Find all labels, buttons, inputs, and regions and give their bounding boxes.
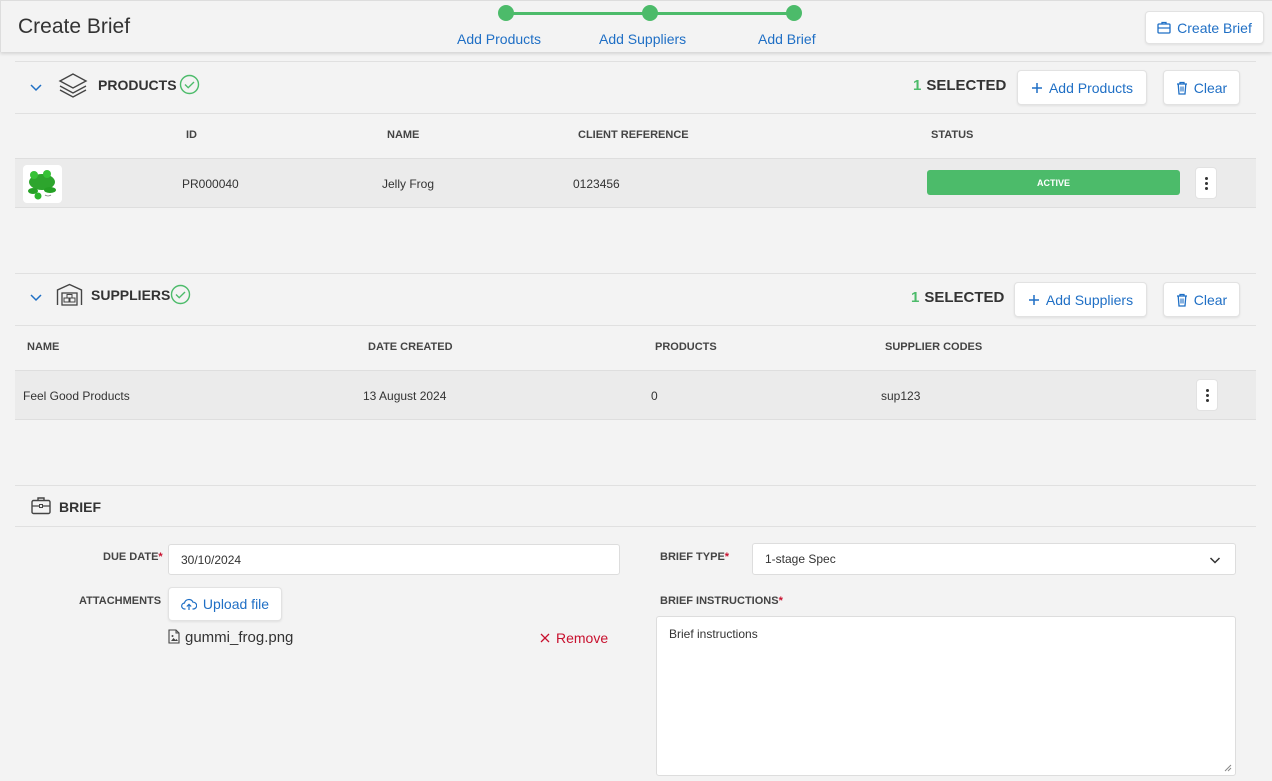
clear-products-label: Clear: [1193, 79, 1228, 96]
warehouse-icon: [56, 283, 83, 306]
supplier-products: 0: [651, 389, 658, 403]
clear-products-button[interactable]: Clear: [1163, 70, 1240, 105]
cloud-upload-icon: [181, 598, 197, 610]
attachment-filename: gummi_frog.png: [185, 629, 294, 646]
product-name: Jelly Frog: [382, 177, 435, 191]
add-suppliers-button[interactable]: Add Suppliers: [1014, 282, 1147, 317]
status-badge: ACTIVE: [927, 170, 1180, 195]
product-id: PR000040: [182, 177, 239, 191]
due-date-input[interactable]: 30/10/2024: [168, 544, 620, 575]
table-row[interactable]: Feel Good Products 13 August 2024 0 sup1…: [15, 370, 1256, 420]
col-header-id: ID: [186, 129, 197, 141]
resize-handle-icon[interactable]: [1224, 764, 1232, 772]
brief-type-label: BRIEF TYPE*: [660, 551, 730, 563]
products-selected-count: 1 SELECTED: [913, 77, 1007, 94]
upload-file-label: Upload file: [202, 596, 270, 612]
supplier-codes: sup123: [881, 389, 921, 403]
step-dot-products: [498, 5, 514, 21]
add-products-button[interactable]: Add Products: [1017, 70, 1147, 105]
due-date-label: DUE DATE*: [103, 551, 163, 563]
step-dot-brief: [786, 5, 802, 21]
create-brief-button[interactable]: Create Brief: [1145, 11, 1264, 44]
suppliers-title: SUPPLIERS: [91, 287, 171, 303]
clear-suppliers-button[interactable]: Clear: [1163, 282, 1240, 317]
chevron-down-icon: [1209, 557, 1221, 564]
page-title: Create Brief: [18, 15, 131, 38]
attachments-label: ATTACHMENTS: [79, 595, 162, 607]
row-menu-button[interactable]: [1196, 379, 1218, 411]
briefcase-icon: [31, 497, 51, 515]
top-bar: Create Brief Add Products Add Suppliers …: [0, 0, 1272, 52]
brief-type-value: 1-stage Spec: [765, 552, 836, 566]
briefcase-icon: [1157, 21, 1171, 34]
check-circle-icon: [170, 284, 191, 305]
col-header-supplier-codes: SUPPLIER CODES: [885, 341, 983, 353]
add-suppliers-label: Add Suppliers: [1045, 291, 1134, 308]
step-add-suppliers[interactable]: Add Suppliers: [599, 31, 686, 47]
trash-icon: [1176, 81, 1187, 95]
step-dot-suppliers: [642, 5, 658, 21]
table-row[interactable]: PR000040 Jelly Frog 0123456 ACTIVE: [15, 158, 1256, 208]
remove-attachment-button[interactable]: Remove: [540, 630, 608, 646]
brief-instructions-textarea[interactable]: Brief instructions: [656, 616, 1236, 776]
layers-icon: [58, 73, 88, 98]
upload-file-button[interactable]: Upload file: [168, 587, 282, 621]
step-add-products[interactable]: Add Products: [457, 31, 541, 47]
brief-section-header: [15, 485, 1256, 527]
product-client-reference: 0123456: [573, 177, 620, 191]
col-header-status: STATUS: [931, 129, 974, 141]
col-header-name: NAME: [387, 129, 420, 141]
clear-suppliers-label: Clear: [1193, 291, 1228, 308]
chevron-down-icon[interactable]: [29, 80, 43, 94]
col-header-products: PRODUCTS: [655, 341, 717, 353]
plus-icon: [1028, 294, 1039, 305]
row-menu-button[interactable]: [1195, 167, 1217, 199]
brief-title: BRIEF: [59, 499, 101, 515]
trash-icon: [1176, 293, 1187, 307]
col-header-supplier-name: NAME: [27, 341, 60, 353]
col-header-date-created: DATE CREATED: [368, 341, 453, 353]
plus-icon: [1031, 82, 1042, 93]
col-header-client-reference: CLIENT REFERENCE: [578, 129, 689, 141]
step-add-brief[interactable]: Add Brief: [758, 31, 816, 47]
brief-instructions-value: Brief instructions: [669, 627, 758, 641]
create-brief-label: Create Brief: [1177, 19, 1252, 36]
check-circle-icon: [179, 74, 200, 95]
add-products-label: Add Products: [1048, 79, 1134, 96]
chevron-down-icon[interactable]: [29, 290, 43, 304]
frog-image: [28, 170, 56, 200]
brief-instructions-label: BRIEF INSTRUCTIONS*: [660, 595, 783, 607]
remove-label: Remove: [556, 630, 609, 646]
close-icon: [540, 633, 550, 643]
suppliers-selected-count: 1 SELECTED: [911, 289, 1005, 306]
product-thumbnail: [23, 165, 62, 203]
image-file-icon: [168, 629, 180, 644]
products-title: PRODUCTS: [98, 77, 177, 93]
supplier-date-created: 13 August 2024: [363, 389, 447, 403]
supplier-name: Feel Good Products: [23, 389, 130, 403]
brief-type-select[interactable]: 1-stage Spec: [752, 543, 1236, 575]
